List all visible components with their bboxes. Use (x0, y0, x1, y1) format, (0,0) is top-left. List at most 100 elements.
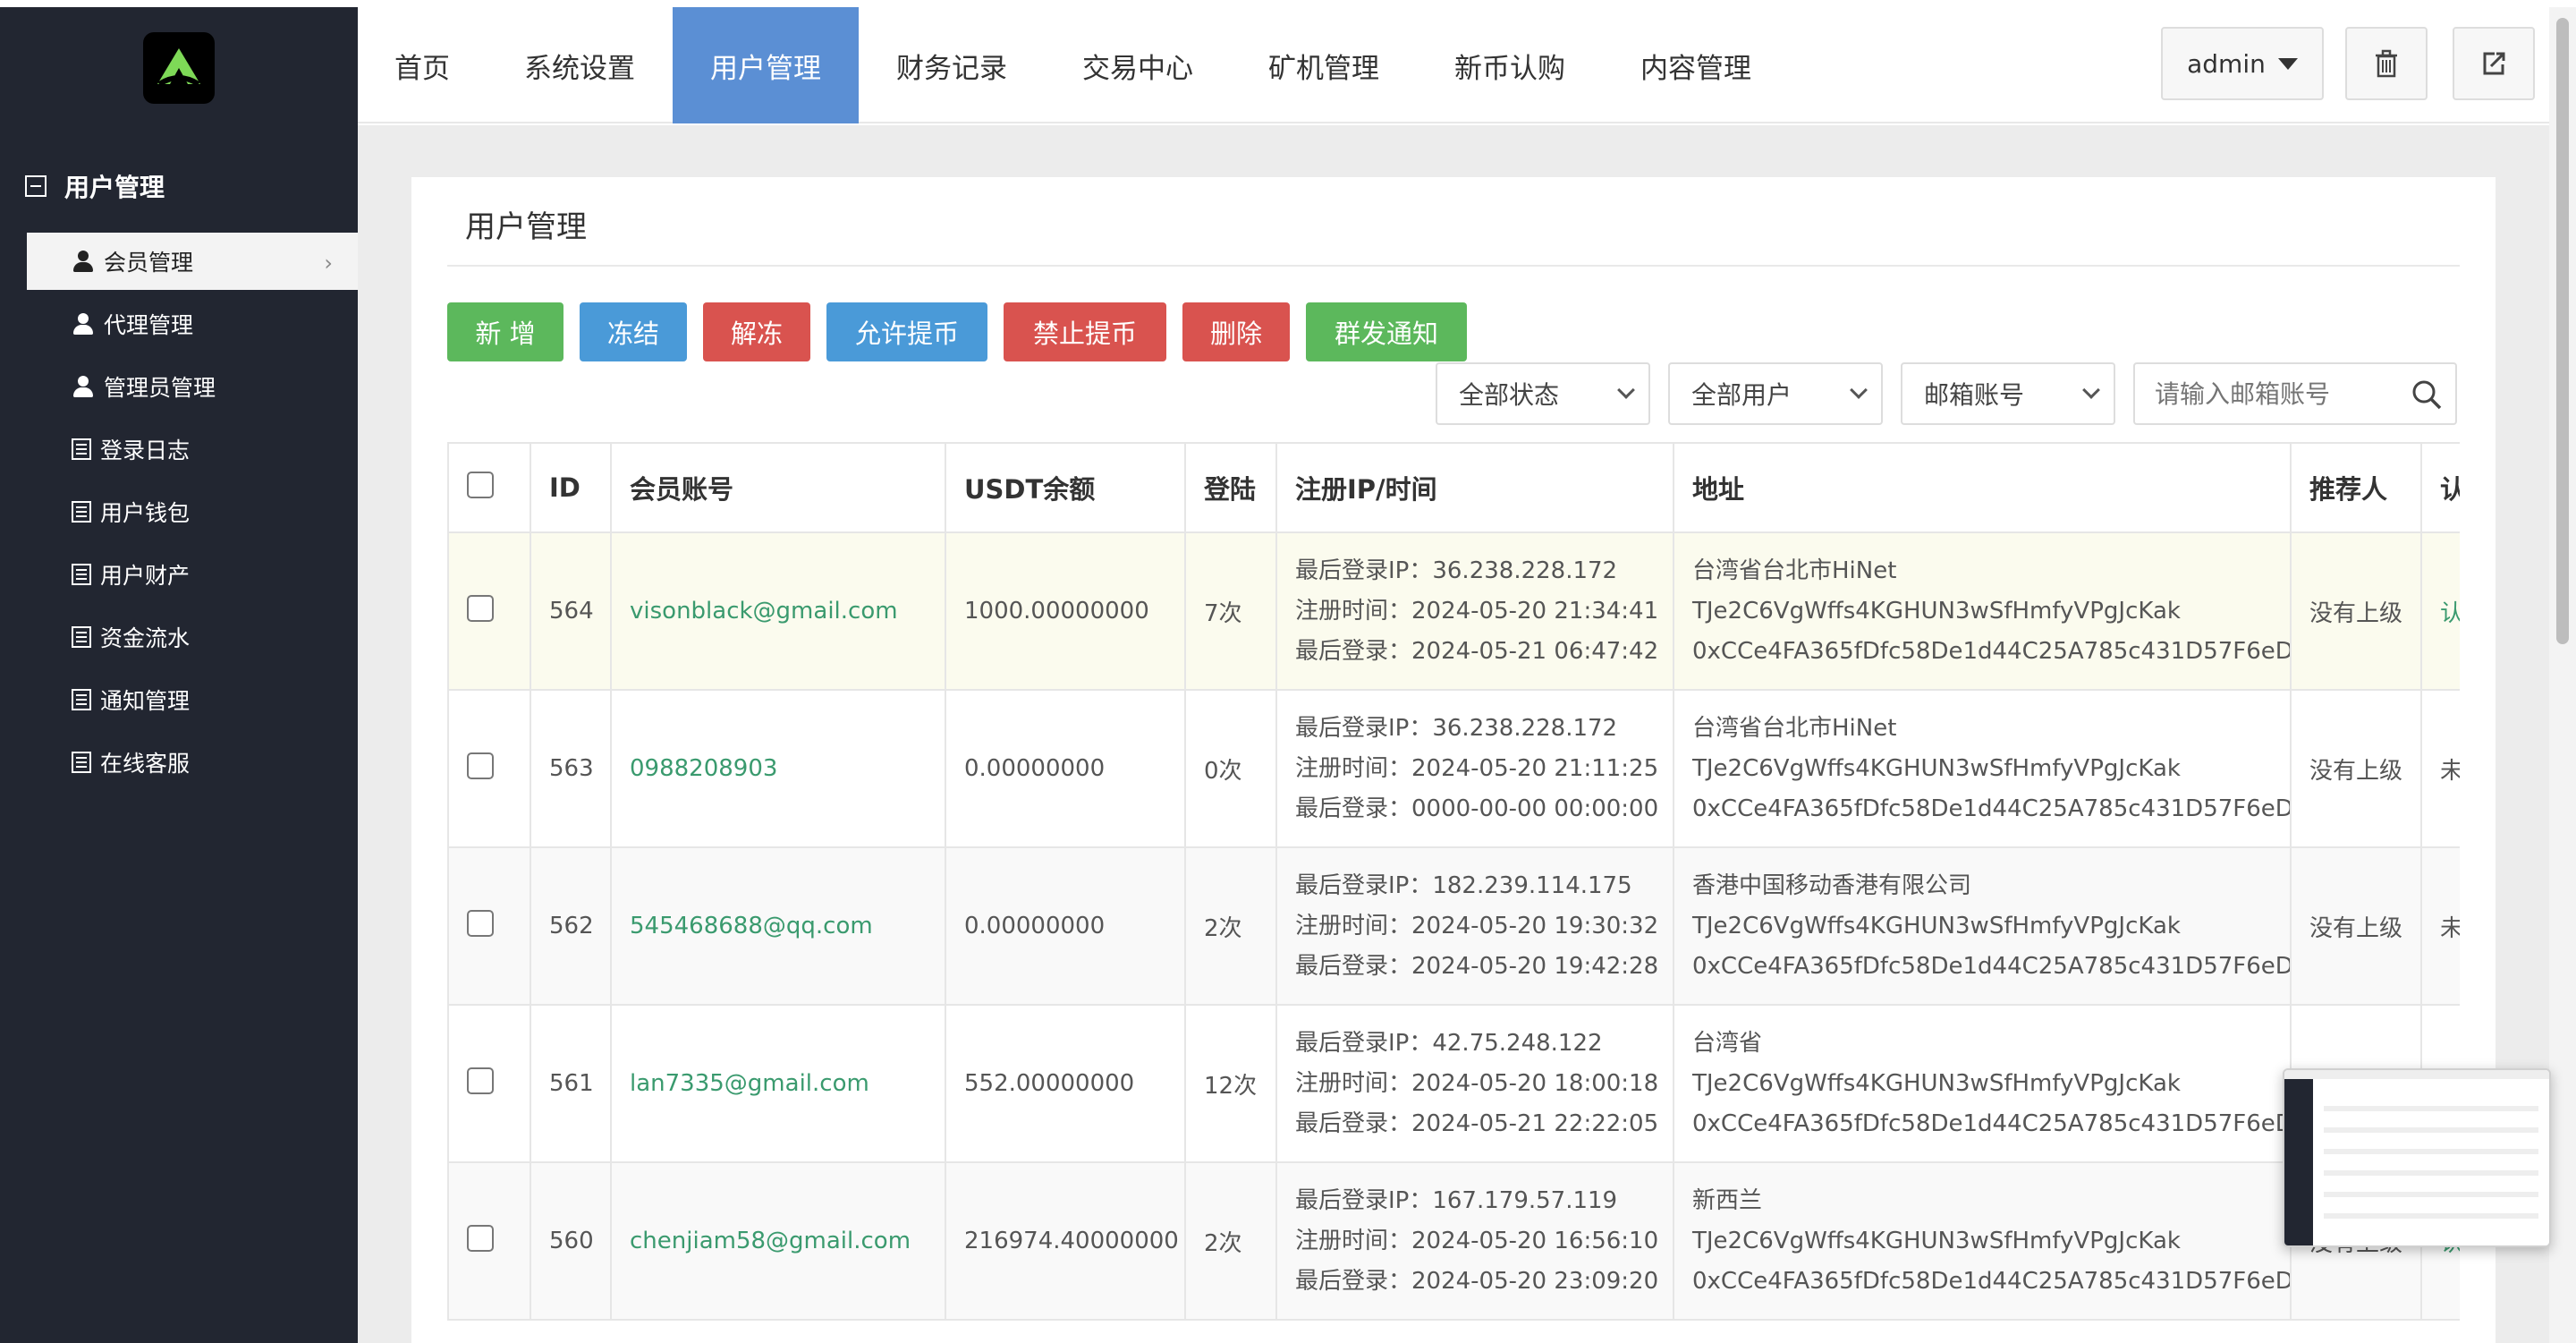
tab-home[interactable]: 首页 (358, 7, 487, 123)
cell-account[interactable]: chenjiam58@gmail.com (610, 1161, 946, 1321)
user-icon (72, 250, 95, 273)
unfreeze-button[interactable]: 解冻 (703, 302, 810, 361)
cell-reg: 最后登录IP：42.75.248.122 注册时间：2024-05-20 18:… (1275, 1004, 1674, 1163)
location: 新西兰 (1692, 1186, 1763, 1214)
last-login-time: 最后登录：2024-05-21 22:22:05 (1295, 1109, 1659, 1137)
table-row[interactable]: 560 chenjiam58@gmail.com 216974.40000000… (447, 1161, 2460, 1321)
row-checkbox[interactable] (467, 1067, 494, 1094)
header-auth: 认 (2420, 442, 2460, 533)
sidebar-item-notifications[interactable]: 通知管理 (27, 671, 358, 728)
admin-dropdown[interactable]: admin (2161, 27, 2324, 100)
register-time: 注册时间：2024-05-20 19:30:32 (1295, 912, 1659, 939)
cell-balance: 552.00000000 (945, 1004, 1186, 1163)
sidebar-item-login-log[interactable]: 登录日志 (27, 421, 358, 478)
cell-logins: 12次 (1184, 1004, 1277, 1163)
thumbnail-toolbar (2284, 1070, 2549, 1079)
logo-icon (157, 48, 200, 87)
row-checkbox[interactable] (467, 1224, 494, 1252)
member-table: ID 会员账号 USDT余额 登陆 注册IP/时间 地址 推荐人 认 564 v… (447, 442, 2460, 1321)
cell-balance: 0.00000000 (945, 689, 1186, 848)
sidebar-section-title: 用户管理 (64, 173, 165, 202)
table-row[interactable]: 561 lan7335@gmail.com 552.00000000 12次 最… (447, 1004, 2460, 1163)
action-toolbar: 新 增 冻结 解冻 允许提币 禁止提币 删除 群发通知 (447, 302, 1483, 361)
location: 台湾省台北市HiNet (1692, 557, 1897, 584)
cell-auth: 认 (2420, 531, 2460, 691)
sidebar-item-label: 管理员管理 (104, 375, 216, 401)
screenshot-thumbnail[interactable] (2283, 1068, 2551, 1247)
divider (447, 265, 2460, 267)
chevron-down-icon (2082, 381, 2100, 399)
last-login-ip: 最后登录IP：42.75.248.122 (1295, 1029, 1603, 1057)
table-row[interactable]: 562 545468688@qq.com 0.00000000 2次 最后登录I… (447, 846, 2460, 1006)
trash-icon (2376, 49, 2397, 78)
delete-button[interactable]: 删除 (1182, 302, 1290, 361)
top-nav-bar: 首页 系统设置 用户管理 财务记录 交易中心 矿机管理 新币认购 内容管理 ad… (358, 7, 2549, 123)
sidebar-item-agents[interactable]: 代理管理 (27, 295, 358, 353)
header-balance: USDT余额 (945, 442, 1186, 533)
last-login-ip: 最后登录IP：167.179.57.119 (1295, 1186, 1618, 1214)
main-panel: 用户管理 新 增 冻结 解冻 允许提币 禁止提币 删除 群发通知 全部状态 全部… (411, 177, 2496, 1343)
erc-address: 0xCCe4FA365fDfc58De1d44C25A785c431D57F6e… (1692, 795, 2291, 822)
row-checkbox[interactable] (467, 594, 494, 622)
sidebar-item-label: 资金流水 (100, 625, 191, 651)
tab-new-coin-subscription[interactable]: 新币认购 (1417, 7, 1603, 123)
tab-system-settings[interactable]: 系统设置 (487, 7, 673, 123)
header-address: 地址 (1673, 442, 2292, 533)
cell-balance: 216974.40000000 (945, 1161, 1186, 1321)
tab-finance-records[interactable]: 财务记录 (859, 7, 1045, 123)
search-icon[interactable] (2411, 378, 2443, 411)
chevron-right-icon: › (324, 251, 333, 276)
sidebar-item-support[interactable]: 在线客服 (27, 734, 358, 791)
cell-account[interactable]: visonblack@gmail.com (610, 531, 946, 691)
cell-account[interactable]: 0988208903 (610, 689, 946, 848)
tab-user-management[interactable]: 用户管理 (673, 7, 859, 123)
main-nav: 首页 系统设置 用户管理 财务记录 交易中心 矿机管理 新币认购 内容管理 (358, 7, 1789, 123)
tab-trade-center[interactable]: 交易中心 (1045, 7, 1231, 123)
sidebar-item-admins[interactable]: 管理员管理 (27, 358, 358, 415)
logout-icon (2483, 52, 2505, 75)
freeze-button[interactable]: 冻结 (580, 302, 687, 361)
table-row[interactable]: 563 0988208903 0.00000000 0次 最后登录IP：36.2… (447, 689, 2460, 848)
cell-account[interactable]: 545468688@qq.com (610, 846, 946, 1006)
register-time: 注册时间：2024-05-20 21:11:25 (1295, 754, 1659, 782)
scrollbar-thumb[interactable] (2556, 18, 2569, 644)
search-input[interactable] (2135, 364, 2394, 423)
table-row[interactable]: 564 visonblack@gmail.com 1000.00000000 7… (447, 531, 2460, 691)
allow-withdraw-button[interactable]: 允许提币 (826, 302, 987, 361)
row-checkbox[interactable] (467, 752, 494, 779)
header-select-all[interactable] (447, 442, 531, 533)
broadcast-notification-button[interactable]: 群发通知 (1306, 302, 1467, 361)
sidebar-item-label: 登录日志 (100, 438, 191, 463)
status-select[interactable]: 全部状态 (1436, 362, 1650, 425)
cell-id: 564 (530, 531, 612, 691)
logout-button[interactable] (2453, 27, 2535, 100)
sidebar-item-assets[interactable]: 用户财产 (27, 546, 358, 603)
clear-cache-button[interactable] (2345, 27, 2428, 100)
search-field-select[interactable]: 邮箱账号 (1901, 362, 2115, 425)
collapse-icon[interactable] (25, 175, 47, 197)
trc-address: TJe2C6VgWffs4KGHUN3wSfHmfyVPgJcKak (1692, 754, 2181, 782)
user-type-select[interactable]: 全部用户 (1668, 362, 1883, 425)
list-icon (72, 752, 91, 773)
sidebar-section-user-management[interactable]: 用户管理 (25, 168, 165, 204)
header-logins: 登陆 (1184, 442, 1277, 533)
cell-account[interactable]: lan7335@gmail.com (610, 1004, 946, 1163)
forbid-withdraw-button[interactable]: 禁止提币 (1004, 302, 1166, 361)
sidebar-item-members[interactable]: 会员管理 › (27, 233, 358, 290)
cell-referrer: 没有上级 (2290, 846, 2422, 1006)
trc-address: TJe2C6VgWffs4KGHUN3wSfHmfyVPgJcKak (1692, 912, 2181, 939)
last-login-ip: 最后登录IP：36.238.228.172 (1295, 557, 1618, 584)
cell-id: 561 (530, 1004, 612, 1163)
sidebar-item-wallet[interactable]: 用户钱包 (27, 483, 358, 540)
member-table-container[interactable]: ID 会员账号 USDT余额 登陆 注册IP/时间 地址 推荐人 认 564 v… (447, 442, 2460, 1343)
tab-miner-management[interactable]: 矿机管理 (1231, 7, 1417, 123)
list-icon (72, 626, 91, 648)
sidebar-item-fund-flow[interactable]: 资金流水 (27, 608, 358, 666)
tab-content-management[interactable]: 内容管理 (1603, 7, 1789, 123)
thumbnail-row (2324, 1170, 2538, 1176)
row-checkbox[interactable] (467, 909, 494, 937)
app-logo[interactable] (143, 32, 215, 104)
select-all-checkbox[interactable] (467, 471, 494, 498)
trc-address: TJe2C6VgWffs4KGHUN3wSfHmfyVPgJcKak (1692, 597, 2181, 625)
add-button[interactable]: 新 增 (447, 302, 564, 361)
